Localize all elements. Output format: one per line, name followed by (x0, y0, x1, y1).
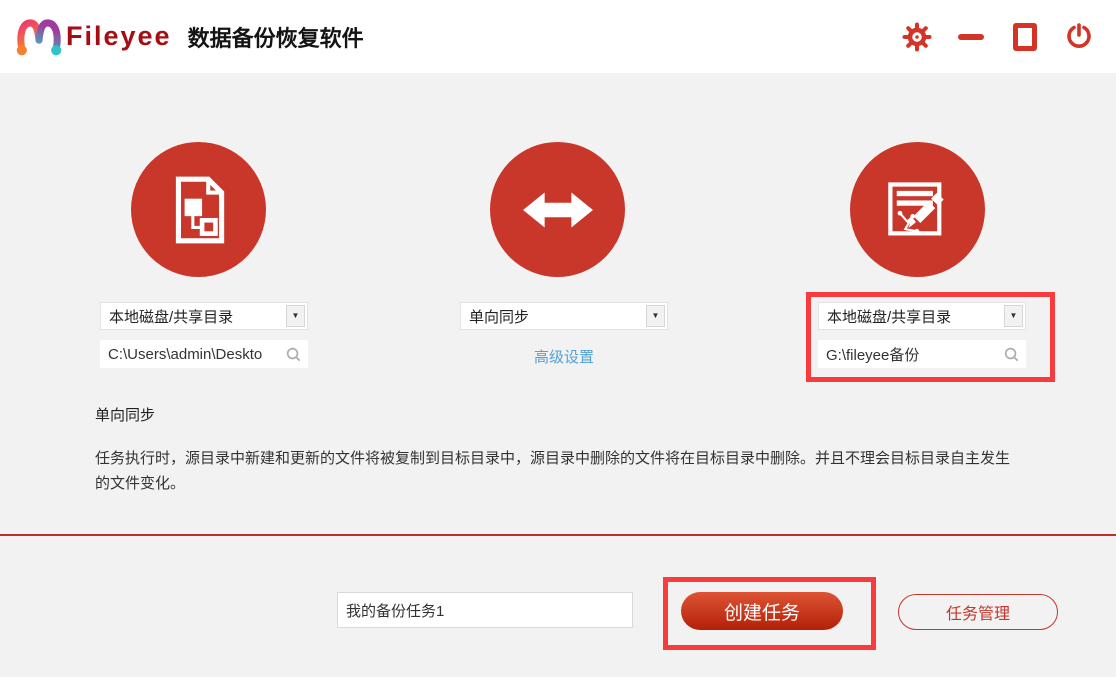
sync-mode-value: 单向同步 (469, 308, 530, 326)
file-diagram-icon (175, 176, 224, 243)
browse-search-icon[interactable] (1003, 346, 1020, 363)
task-name-input[interactable] (337, 592, 633, 628)
maximize-icon[interactable] (1010, 22, 1040, 52)
window-controls (902, 22, 1094, 52)
source-path-input[interactable] (100, 345, 285, 363)
sync-mode-description: 任务执行时，源目录中新建和更新的文件将被复制到目标目录中，源目录中删除的文件将在… (95, 450, 1011, 492)
caret-down-icon[interactable]: ▼ (646, 305, 665, 327)
caret-down-icon[interactable]: ▼ (1004, 305, 1023, 327)
red-divider (0, 534, 1116, 536)
target-path-input[interactable] (818, 345, 1003, 363)
caret-down-icon[interactable]: ▼ (286, 305, 305, 327)
sync-mode-heading: 单向同步 (95, 407, 156, 424)
create-task-button[interactable]: 创建任务 (681, 592, 843, 630)
source-circle (131, 142, 266, 277)
target-type-dropdown[interactable]: 本地磁盘/共享目录 ▼ (818, 302, 1026, 330)
double-arrow-icon (522, 192, 593, 227)
sync-mode-dropdown[interactable]: 单向同步 ▼ (460, 302, 668, 330)
source-type-value: 本地磁盘/共享目录 (109, 308, 234, 326)
edit-document-icon (887, 181, 944, 235)
fileyee-logo-icon (16, 18, 62, 55)
sync-circle (490, 142, 625, 277)
power-close-icon[interactable] (1064, 22, 1094, 52)
minimize-icon[interactable] (956, 22, 986, 52)
task-manage-button[interactable]: 任务管理 (898, 594, 1058, 630)
source-type-dropdown[interactable]: 本地磁盘/共享目录 ▼ (100, 302, 308, 330)
advanced-settings-link[interactable]: 高级设置 (460, 346, 668, 367)
target-circle (850, 142, 985, 277)
browse-search-icon[interactable] (285, 346, 302, 363)
brand-name: Fileyee (66, 21, 172, 51)
settings-gear-icon[interactable] (902, 22, 932, 52)
app-header: Fileyee 数据备份恢复软件 (0, 0, 1116, 73)
source-path-field (100, 340, 308, 368)
app-title: 数据备份恢复软件 (187, 25, 364, 51)
target-path-field (818, 340, 1026, 368)
target-type-value: 本地磁盘/共享目录 (827, 308, 952, 326)
